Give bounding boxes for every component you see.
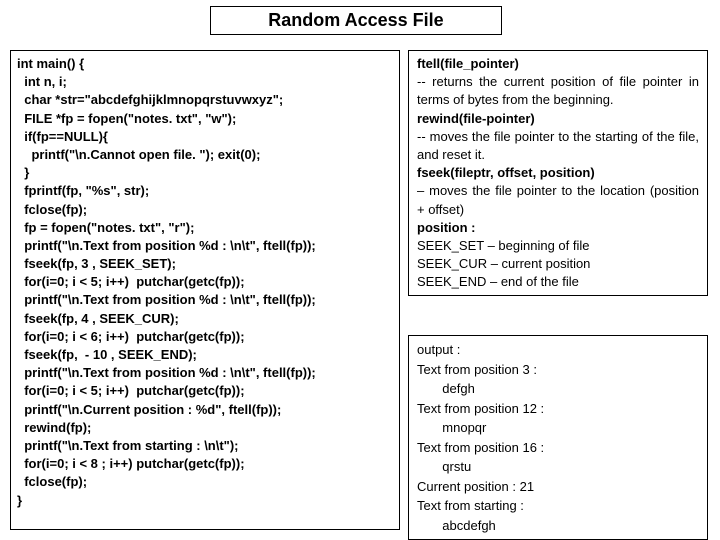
code-panel: int main() { int n, i; char *str="abcdef… [10,50,400,530]
position-header: position : [417,220,476,235]
rewind-desc: -- moves the file pointer to the startin… [417,128,699,164]
reference-panel: ftell(file_pointer) -- returns the curre… [408,50,708,296]
output-panel: output : Text from position 3 : defgh Te… [408,335,708,540]
ftell-desc: -- returns the current position of file … [417,73,699,109]
ftell-header: ftell(file_pointer) [417,56,519,71]
seek-end: SEEK_END – end of the file [417,273,699,291]
fseek-desc: – moves the file pointer to the location… [417,182,699,218]
code-content: int main() { int n, i; char *str="abcdef… [17,56,316,508]
rewind-header: rewind(file-pointer) [417,111,535,126]
output-content: output : Text from position 3 : defgh Te… [417,342,544,533]
seek-cur: SEEK_CUR – current position [417,255,699,273]
page-title: Random Access File [268,10,443,30]
fseek-header: fseek(fileptr, offset, position) [417,165,595,180]
title-box: Random Access File [210,6,502,35]
seek-set: SEEK_SET – beginning of file [417,237,699,255]
